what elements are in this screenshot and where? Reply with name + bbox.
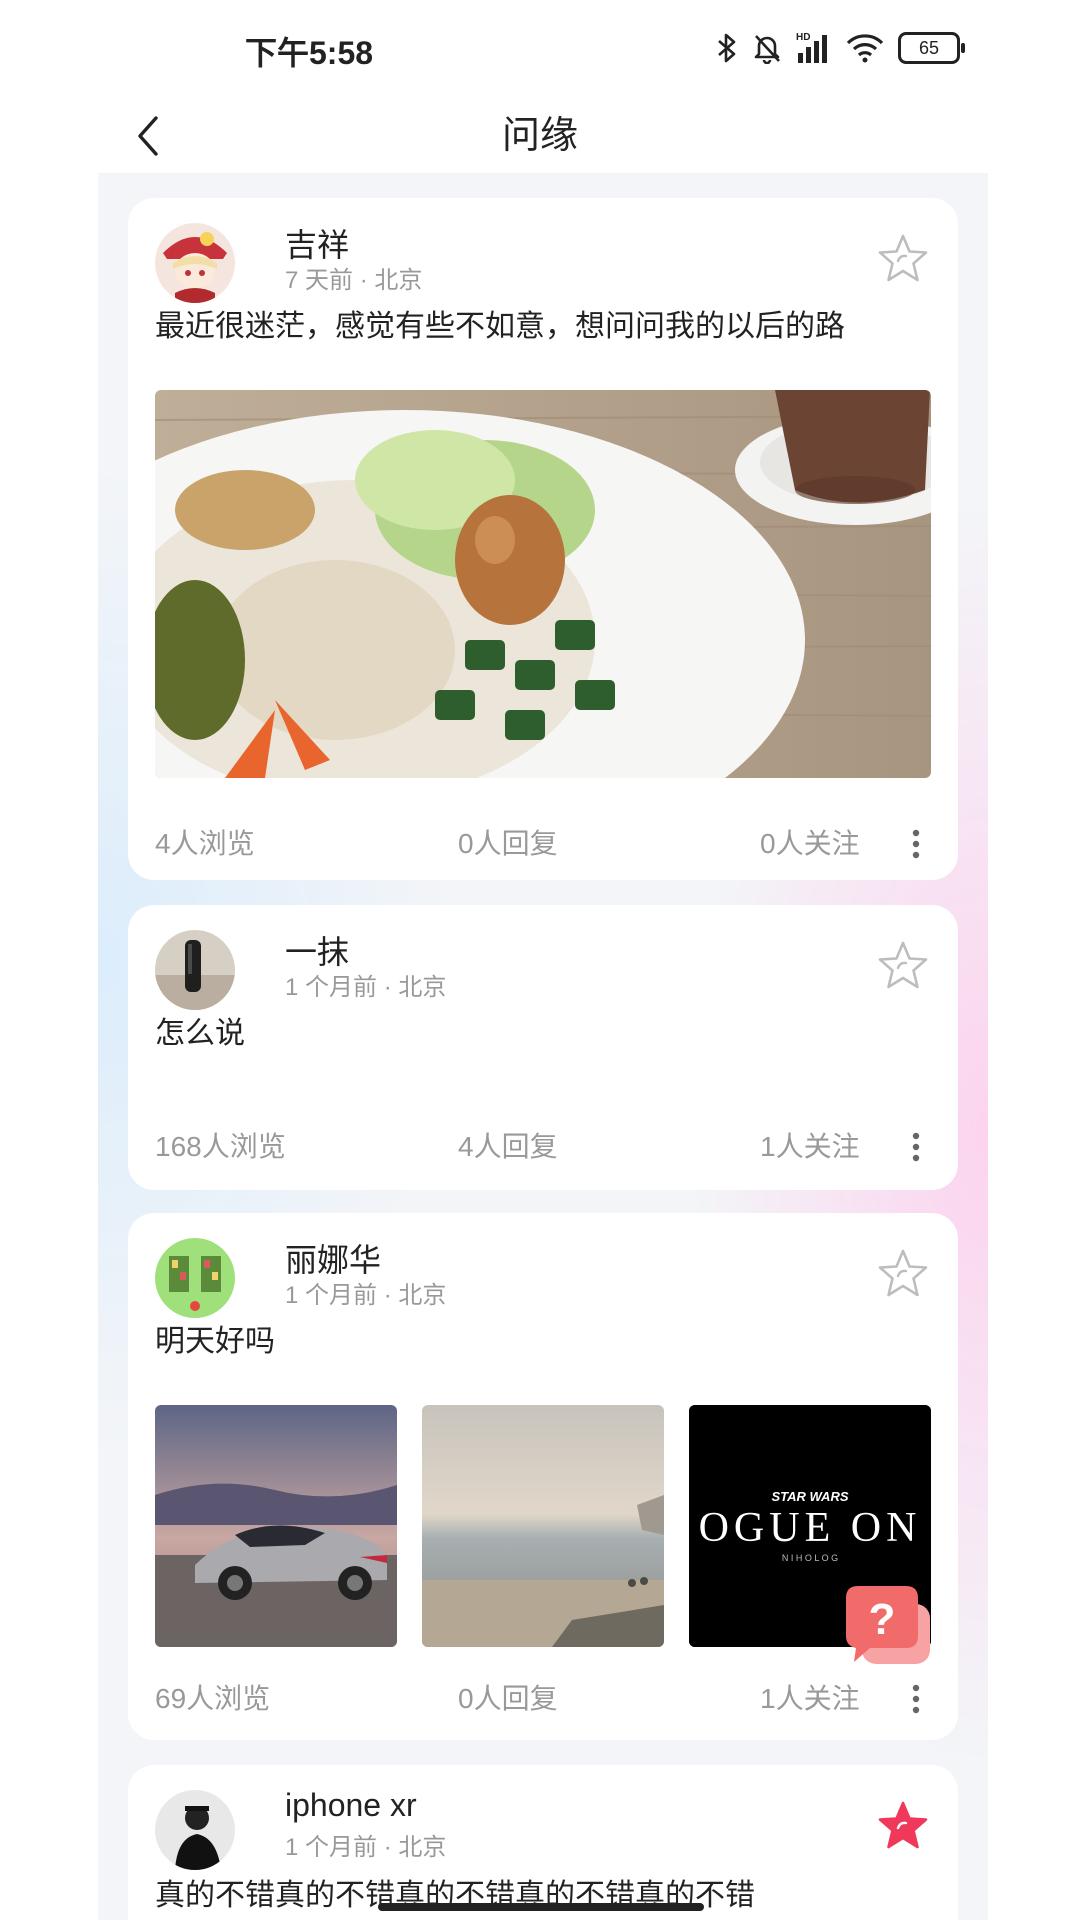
star-filled-icon[interactable]	[873, 1797, 933, 1857]
follows-count: 0人关注	[760, 828, 860, 859]
more-options-button[interactable]	[901, 824, 931, 864]
post-time: 1 个月前	[285, 1834, 378, 1861]
avatar[interactable]	[155, 1790, 235, 1870]
bluetooth-icon	[718, 33, 736, 63]
more-options-button[interactable]	[901, 1127, 931, 1167]
post-meta: 7 天前 · 北京	[285, 260, 422, 295]
post-stats: 168人浏览 4人回复 1人关注	[155, 1127, 931, 1167]
views-count: 4人浏览	[155, 828, 255, 859]
post-stats: 4人浏览 0人回复 0人关注	[155, 824, 931, 864]
battery-level: 65	[918, 38, 940, 58]
post-location: 北京	[374, 267, 423, 294]
post-card[interactable]: 一抹 1 个月前 · 北京 怎么说 168人浏览 4人回复 1人关注	[128, 905, 958, 1190]
meta-separator: ·	[383, 1282, 399, 1309]
more-vertical-icon	[912, 1132, 920, 1162]
poster-subtitle-text: N I H O L O G	[782, 1553, 838, 1563]
views-count: 168人浏览	[155, 1131, 286, 1162]
post-text[interactable]: 明天好吗	[155, 1316, 275, 1360]
post-card[interactable]: iphone xr 1 个月前 · 北京 真的不错真的不错真的不错真的不错真的不…	[128, 1765, 958, 1920]
post-time: 7 天前	[285, 267, 354, 294]
fab-glyph: ?	[869, 1595, 896, 1644]
question-bubble-icon: ?	[846, 1586, 930, 1664]
more-options-button[interactable]	[901, 1679, 931, 1719]
post-image[interactable]	[155, 390, 931, 778]
post-location: 北京	[398, 974, 447, 1001]
poster-brand-text: STAR WARS	[771, 1489, 848, 1504]
more-vertical-icon	[912, 1684, 920, 1714]
post-meta: 1 个月前 · 北京	[285, 1827, 446, 1862]
post-text[interactable]: 最近很迷茫，感觉有些不如意，想问问我的以后的路	[155, 301, 845, 345]
follows-count: 1人关注	[760, 1683, 860, 1714]
app-header: 问缘	[0, 100, 1080, 172]
battery-indicator: 65	[898, 32, 965, 64]
meta-separator: ·	[383, 974, 399, 1001]
username[interactable]: iphone xr	[285, 1787, 417, 1824]
signal-icon: HD	[796, 32, 827, 63]
replies-count: 4人回复	[458, 1131, 558, 1162]
star-outline-icon[interactable]	[873, 1245, 933, 1305]
star-outline-icon[interactable]	[873, 230, 933, 290]
poster-title-text: OGUE ON	[699, 1505, 922, 1551]
follows-count: 1人关注	[760, 1131, 860, 1162]
post-card[interactable]: 吉祥 7 天前 · 北京 最近很迷茫，感觉有些不如意，想问问我的以后的路 4人浏…	[128, 198, 958, 880]
wifi-icon	[846, 34, 884, 63]
star-outline-icon[interactable]	[873, 937, 933, 997]
post-location: 北京	[398, 1282, 447, 1309]
page-title: 问缘	[501, 115, 578, 157]
post-meta: 1 个月前 · 北京	[285, 967, 446, 1002]
post-stats: 69人浏览 0人回复 1人关注	[155, 1679, 931, 1719]
post-text[interactable]: 怎么说	[155, 1008, 245, 1052]
status-icons: HD 65	[716, 28, 965, 68]
post-location: 北京	[398, 1834, 447, 1861]
home-indicator[interactable]	[378, 1903, 704, 1911]
status-bar: 下午5:58 HD 65	[0, 0, 1080, 100]
avatar[interactable]	[155, 223, 235, 303]
meta-separator: ·	[359, 267, 375, 294]
meta-separator: ·	[383, 1834, 399, 1861]
post-card[interactable]: 丽娜华 1 个月前 · 北京 明天好吗 STAR WARS OGUE ON N …	[128, 1213, 958, 1740]
post-image-car[interactable]	[155, 1405, 397, 1647]
post-time: 1 个月前	[285, 1282, 378, 1309]
svg-text:HD: HD	[796, 32, 810, 43]
post-meta: 1 个月前 · 北京	[285, 1275, 446, 1310]
avatar[interactable]	[155, 1238, 235, 1318]
replies-count: 0人回复	[458, 828, 558, 859]
replies-count: 0人回复	[458, 1683, 558, 1714]
avatar[interactable]	[155, 930, 235, 1010]
views-count: 69人浏览	[155, 1683, 271, 1714]
post-time: 1 个月前	[285, 974, 378, 1001]
post-image-beach[interactable]	[422, 1405, 664, 1647]
ask-question-button[interactable]: ?	[840, 1582, 936, 1678]
more-vertical-icon	[912, 829, 920, 859]
status-time: 下午5:58	[245, 35, 374, 71]
mute-bell-icon	[754, 35, 780, 64]
